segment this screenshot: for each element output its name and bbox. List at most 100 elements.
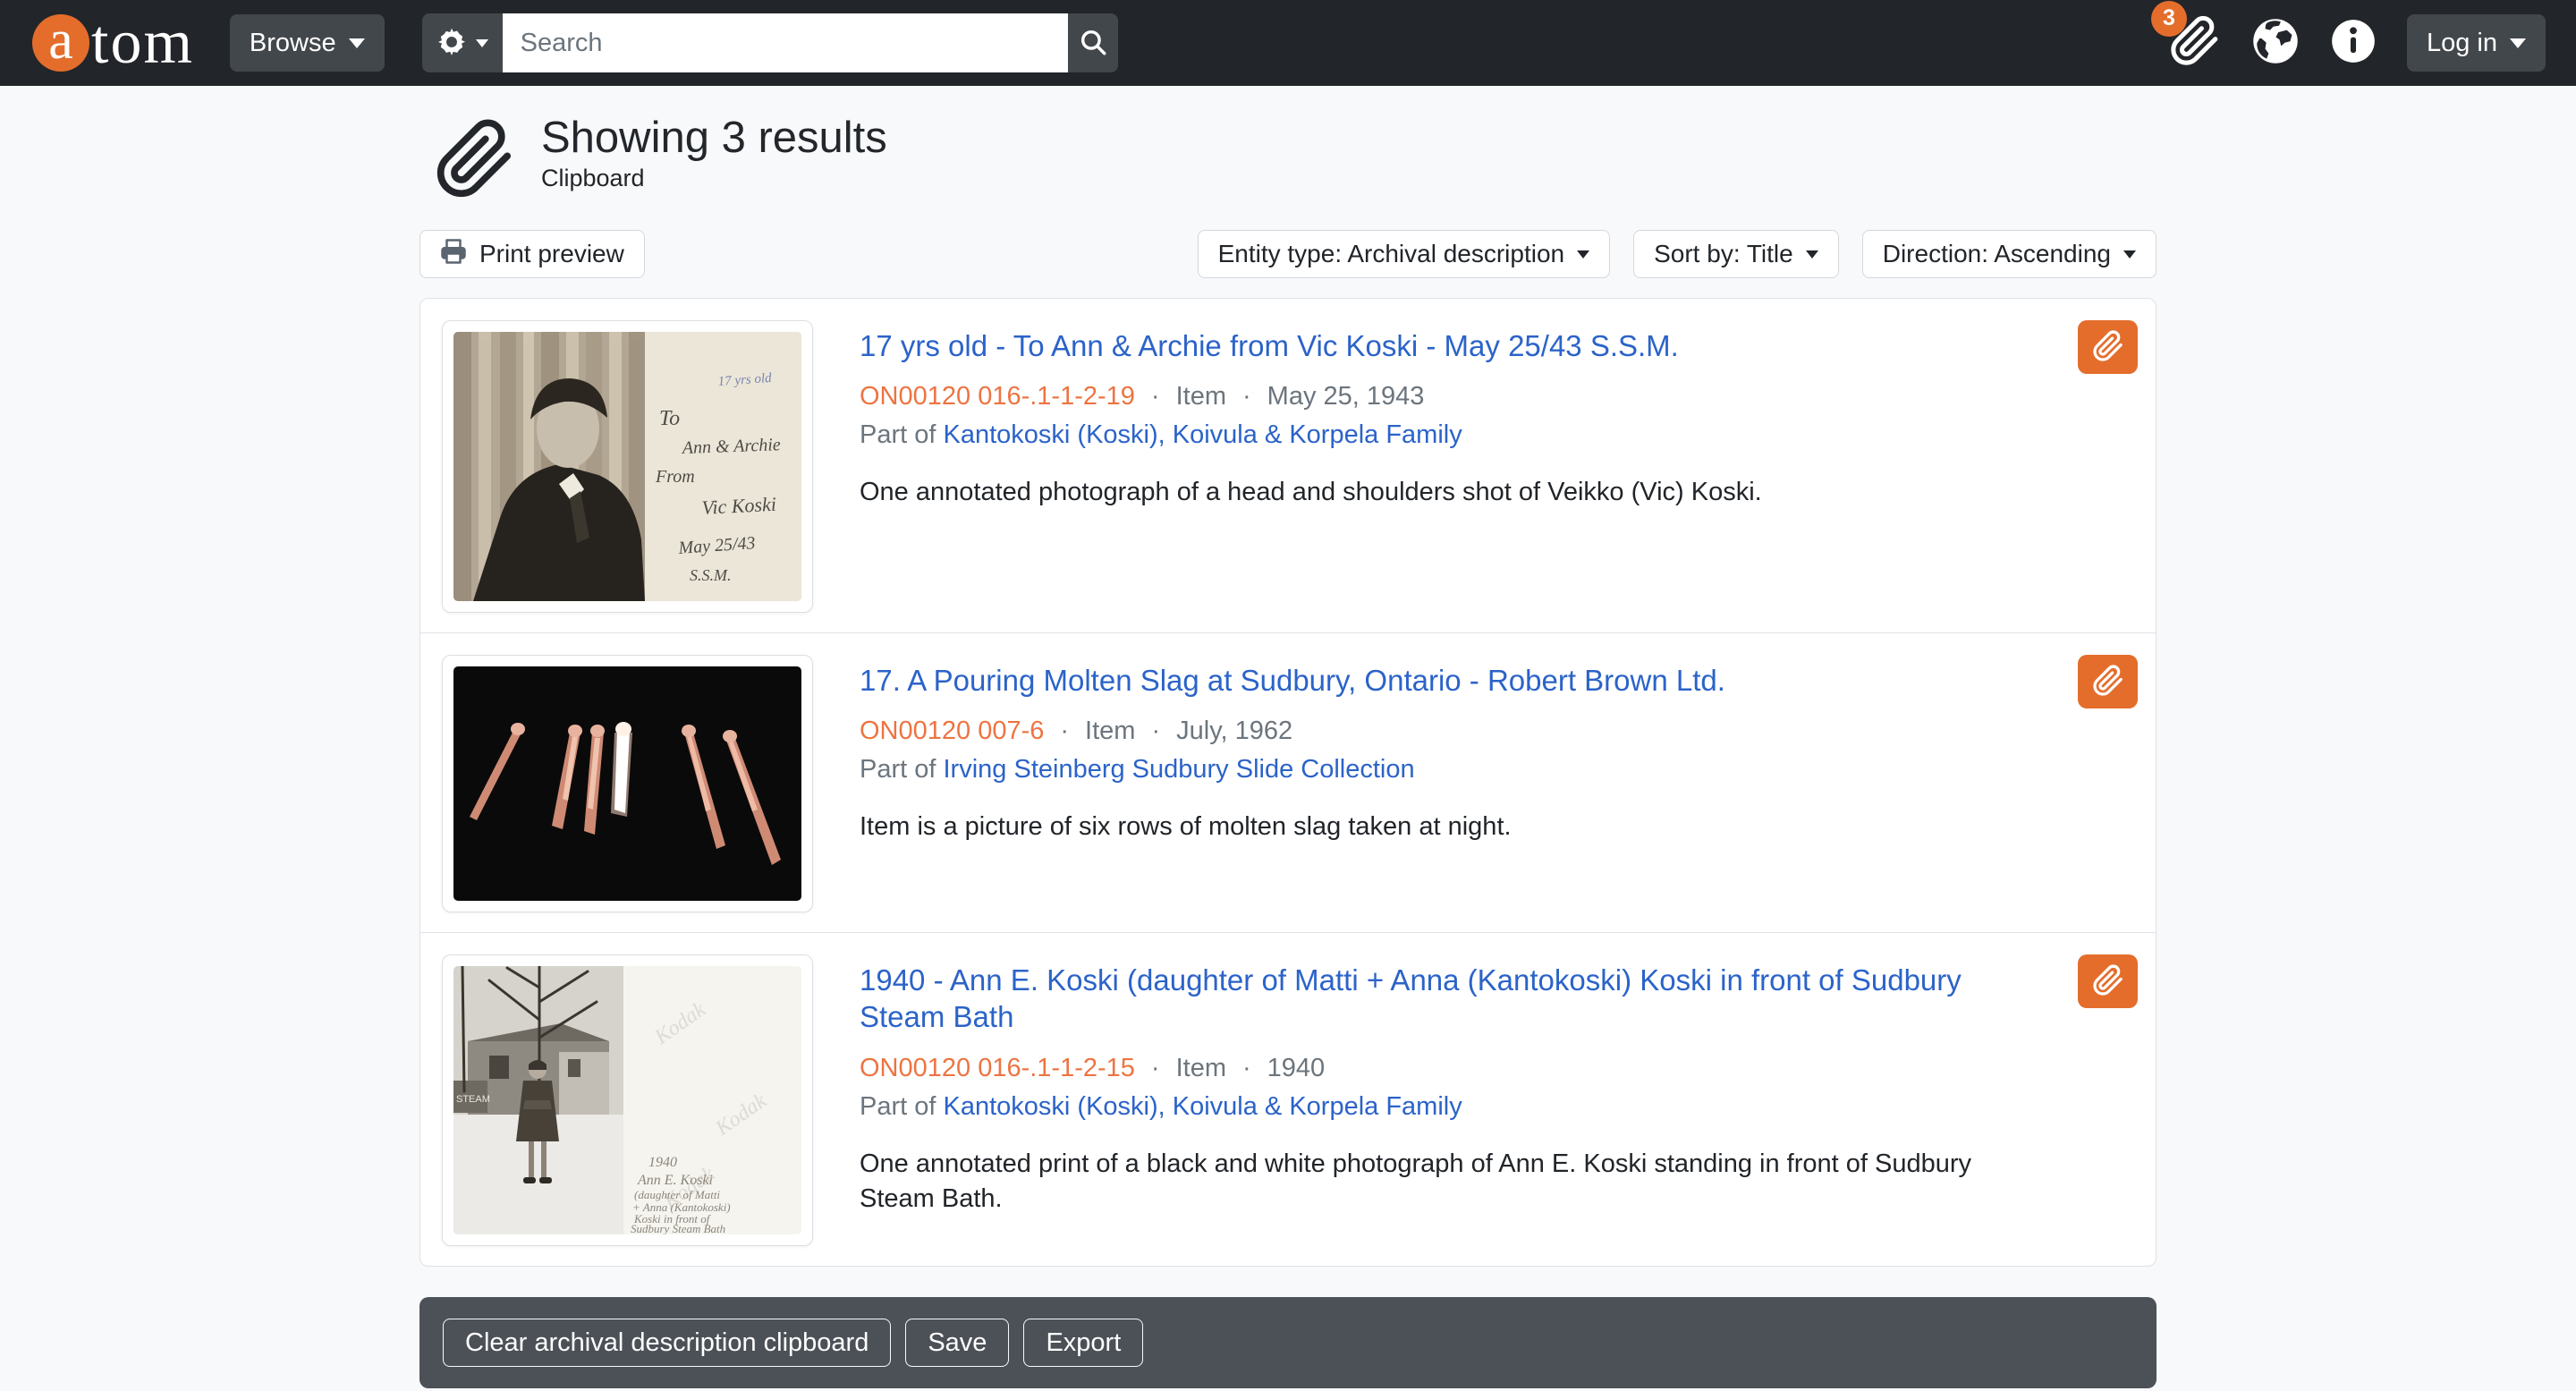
result-title-link[interactable]: 17. A Pouring Molten Slag at Sudbury, On… [860, 662, 1725, 699]
export-button[interactable]: Export [1023, 1319, 1143, 1367]
toolbar-filters: Entity type: Archival description Sort b… [1198, 230, 2157, 278]
gear-icon [436, 27, 467, 60]
part-of-link[interactable]: Kantokoski (Koski), Koivula & Korpela Fa… [944, 1092, 1462, 1121]
save-button[interactable]: Save [905, 1319, 1009, 1367]
result-body: 1940 - Ann E. Koski (daughter of Matti +… [860, 954, 2046, 1246]
part-of-prefix: Part of [860, 420, 936, 449]
search-input[interactable] [503, 13, 1068, 72]
print-preview-button[interactable]: Print preview [419, 230, 645, 278]
page-header: Showing 3 results Clipboard [419, 113, 2157, 205]
thumbnail-annotation: Sudbury Steam Bath [631, 1222, 725, 1234]
search-options-button[interactable] [422, 13, 503, 72]
reference-code: ON00120 016-.1-1-2-15 [860, 1054, 1135, 1083]
navbar: a tom Browse 3 [0, 0, 2576, 86]
thumbnail-annotation: To [659, 407, 680, 430]
info-icon [2330, 18, 2377, 69]
paperclip-icon [2092, 330, 2124, 365]
result-row: 17 yrs old To Ann & Archie From Vic Kosk… [420, 299, 2156, 633]
page-title: Showing 3 results [541, 113, 887, 163]
clear-clipboard-button[interactable]: Clear archival description clipboard [443, 1319, 891, 1367]
login-button[interactable]: Log in [2407, 14, 2546, 72]
search-icon [1078, 27, 1108, 60]
result-thumbnail[interactable] [442, 655, 813, 912]
logo-a-mark: a [32, 14, 89, 72]
printer-icon [440, 238, 467, 271]
result-title-link[interactable]: 1940 - Ann E. Koski (daughter of Matti +… [860, 962, 2046, 1036]
entity-type-label: Entity type: Archival description [1218, 240, 1565, 268]
chevron-down-icon [2123, 250, 2136, 259]
remove-from-clipboard-button[interactable] [2078, 954, 2138, 1008]
result-title-link[interactable]: 17 yrs old - To Ann & Archie from Vic Ko… [860, 327, 1679, 364]
direction-label: Direction: Ascending [1883, 240, 2111, 268]
thumbnail-annotation: Ann E. Koski [637, 1173, 713, 1188]
language-menu-button[interactable] [2251, 17, 2300, 70]
header-text: Showing 3 results Clipboard [541, 113, 887, 192]
atom-logo[interactable]: a tom [32, 0, 194, 86]
meta-separator: · [1242, 1054, 1251, 1083]
reference-code: ON00120 016-.1-1-2-19 [860, 382, 1135, 411]
part-of-prefix: Part of [860, 755, 936, 784]
browse-menu-button[interactable]: Browse [230, 14, 385, 72]
direction-dropdown[interactable]: Direction: Ascending [1862, 230, 2157, 278]
thumbnail-annotation: (daughter of Matti [634, 1188, 720, 1201]
meta-separator: · [1151, 382, 1160, 411]
part-of-link[interactable]: Irving Steinberg Sudbury Slide Collectio… [944, 755, 1415, 784]
result-body: 17. A Pouring Molten Slag at Sudbury, On… [860, 655, 2046, 912]
sort-by-label: Sort by: Title [1654, 240, 1793, 268]
toolbar: Print preview Entity type: Archival desc… [419, 230, 2157, 278]
paperclip-icon [2092, 665, 2124, 700]
result-meta: ON00120 016-.1-1-2-19 · Item · May 25, 1… [860, 382, 2046, 411]
result-description: One annotated photograph of a head and s… [860, 475, 2046, 510]
thumbnail-annotation: Ann & Archie [680, 435, 781, 458]
thumbnail-sign-text: STEAM [456, 1094, 490, 1105]
result-row: 17. A Pouring Molten Slag at Sudbury, On… [420, 633, 2156, 933]
sort-by-dropdown[interactable]: Sort by: Title [1633, 230, 1839, 278]
result-thumbnail[interactable]: 17 yrs old To Ann & Archie From Vic Kosk… [442, 320, 813, 613]
result-description: One annotated print of a black and white… [860, 1147, 2046, 1217]
part-of-line: Part of Kantokoski (Koski), Koivula & Ko… [860, 420, 2046, 450]
result-meta: ON00120 007-6 · Item · July, 1962 [860, 717, 2046, 746]
clipboard-nav-button[interactable]: 3 [2169, 15, 2221, 72]
meta-separator: · [1060, 717, 1069, 746]
remove-from-clipboard-button[interactable] [2078, 655, 2138, 708]
part-of-prefix: Part of [860, 1092, 936, 1121]
meta-separator: · [1242, 382, 1251, 411]
page-subtitle: Clipboard [541, 165, 887, 192]
chevron-down-icon [349, 38, 365, 48]
search-group [422, 13, 1118, 72]
clipboard-actions-bar: Clear archival description clipboard Sav… [419, 1297, 2157, 1388]
navbar-right: 3 [2169, 14, 2553, 72]
chevron-down-icon [1806, 250, 1818, 259]
result-row: STEAM [420, 933, 2156, 1266]
level-of-description: Item [1176, 382, 1226, 411]
quick-links-button[interactable] [2330, 18, 2377, 69]
paperclip-icon [2092, 964, 2124, 999]
part-of-line: Part of Kantokoski (Koski), Koivula & Ko… [860, 1092, 2046, 1122]
level-of-description: Item [1085, 717, 1135, 746]
clipboard-count-badge: 3 [2151, 1, 2187, 37]
search-submit-button[interactable] [1068, 13, 1118, 72]
result-thumbnail[interactable]: STEAM [442, 954, 813, 1246]
meta-separator: · [1151, 717, 1160, 746]
result-date: May 25, 1943 [1267, 382, 1425, 411]
chevron-down-icon [1577, 250, 1589, 259]
result-meta: ON00120 016-.1-1-2-15 · Item · 1940 [860, 1054, 2046, 1083]
chevron-down-icon [2510, 38, 2526, 48]
entity-type-dropdown[interactable]: Entity type: Archival description [1198, 230, 1611, 278]
thumbnail-annotation: Vic Koski [701, 493, 776, 519]
globe-icon [2251, 17, 2300, 70]
reference-code: ON00120 007-6 [860, 717, 1044, 746]
part-of-link[interactable]: Kantokoski (Koski), Koivula & Korpela Fa… [944, 420, 1462, 449]
result-date: 1940 [1267, 1054, 1326, 1083]
results-list: 17 yrs old To Ann & Archie From Vic Kosk… [419, 298, 2157, 1267]
chevron-down-icon [476, 39, 488, 47]
level-of-description: Item [1176, 1054, 1226, 1083]
result-description: Item is a picture of six rows of molten … [860, 810, 2046, 844]
main-content: Showing 3 results Clipboard Print previe… [419, 113, 2157, 1388]
remove-from-clipboard-button[interactable] [2078, 320, 2138, 374]
paperclip-icon [434, 118, 516, 205]
print-preview-label: Print preview [479, 240, 624, 268]
browse-label: Browse [250, 29, 336, 58]
login-label: Log in [2427, 29, 2497, 58]
logo-text: tom [91, 0, 194, 86]
